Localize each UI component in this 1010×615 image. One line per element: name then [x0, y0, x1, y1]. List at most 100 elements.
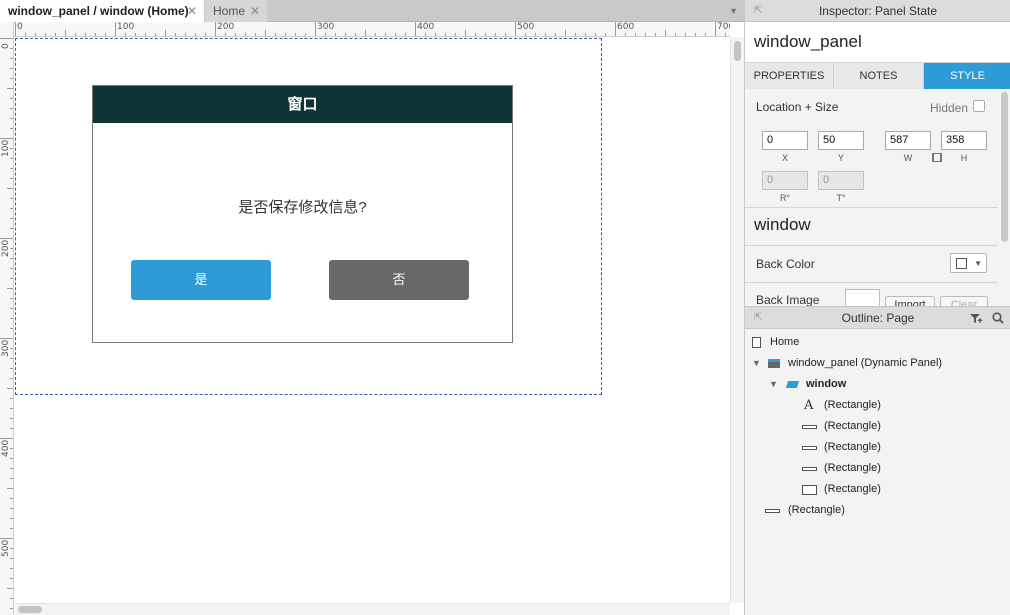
panel-state-icon	[785, 381, 800, 388]
dynamic-panel-outline[interactable]: 窗口 是否保存修改信息? 是 否	[15, 38, 602, 395]
back-color-picker[interactable]: ▼	[950, 253, 987, 273]
outline-item-label: Home	[770, 336, 800, 348]
outline-pane: ⇱ Outline: Page Home ▼ window_panel (Dyn…	[744, 306, 1010, 615]
tab-notes[interactable]: NOTES	[834, 63, 924, 89]
dialog-window[interactable]: 窗口 是否保存修改信息? 是 否	[92, 85, 513, 343]
ruler-label: 0	[1, 43, 11, 49]
x-field[interactable]: 0	[762, 131, 808, 150]
outline-title: Outline: Page	[841, 311, 915, 325]
inspector-title: Inspector: Panel State	[818, 4, 938, 18]
page-icon	[752, 337, 761, 348]
expand-triangle-icon[interactable]: ▼	[769, 374, 778, 395]
ruler-label: 0	[17, 22, 23, 32]
outline-item-label: (Rectangle)	[824, 441, 881, 453]
outline-item-home[interactable]: Home	[745, 332, 1010, 353]
color-swatch-icon	[956, 258, 967, 269]
outline-item-rectangle[interactable]: (Rectangle)	[745, 458, 1010, 479]
width-field[interactable]: 587	[885, 131, 931, 150]
no-button[interactable]: 否	[329, 260, 469, 300]
inspector-pane: ⇱ Inspector: Panel State window_panel PR…	[744, 0, 1010, 306]
rectangle-line-icon	[802, 467, 817, 471]
design-canvas[interactable]: 窗口 是否保存修改信息? 是 否	[15, 38, 730, 603]
tab-home[interactable]: Home ✕	[205, 0, 267, 22]
ruler-label: 100	[1, 139, 11, 157]
ruler-label: 700	[717, 22, 730, 32]
chevron-down-icon[interactable]: ▼	[729, 0, 738, 22]
text-rotation-caption: T°	[836, 193, 846, 203]
hidden-label: Hidden	[930, 101, 969, 115]
pin-icon[interactable]: ⇱	[754, 307, 762, 329]
filter-icon[interactable]	[969, 313, 983, 324]
pin-icon[interactable]: ⇱	[754, 0, 762, 22]
y-caption: Y	[837, 153, 844, 163]
outline-item-dynamic-panel[interactable]: ▼ window_panel (Dynamic Panel)	[745, 353, 1010, 374]
widget-name-field[interactable]: window_panel	[745, 22, 1010, 62]
back-image-thumbnail[interactable]	[845, 289, 880, 306]
height-field[interactable]: 358	[941, 131, 987, 150]
expand-triangle-icon[interactable]: ▼	[752, 353, 761, 374]
ruler-label: 500	[1, 539, 11, 557]
text-rotation-field: 0	[818, 171, 864, 190]
outline-item-rectangle[interactable]: A (Rectangle)	[745, 395, 1010, 416]
canvas-vertical-scrollbar[interactable]	[730, 37, 744, 603]
section-divider	[745, 282, 998, 283]
search-icon[interactable]	[992, 312, 1004, 324]
outline-item-label: (Rectangle)	[788, 504, 845, 516]
horizontal-ruler: 0 100 200 300 400 500 600 700	[14, 22, 730, 37]
tab-properties[interactable]: PROPERTIES	[745, 63, 834, 89]
outline-item-label: (Rectangle)	[824, 483, 881, 495]
rectangle-line-icon	[802, 446, 817, 450]
section-divider	[745, 207, 998, 208]
close-icon[interactable]: ✕	[250, 0, 260, 22]
w-caption: W	[903, 153, 913, 163]
state-section-title: window	[754, 215, 811, 234]
outline-item-label: window	[806, 378, 847, 390]
rotation-caption: R°	[779, 193, 791, 203]
ruler-label: 600	[617, 22, 635, 32]
dialog-header[interactable]: 窗口	[93, 86, 512, 123]
dialog-message[interactable]: 是否保存修改信息?	[93, 196, 512, 217]
canvas-horizontal-scrollbar[interactable]	[15, 603, 730, 615]
rotation-field: 0	[762, 171, 808, 190]
hidden-checkbox[interactable]	[973, 100, 985, 112]
scrollbar-thumb[interactable]	[734, 41, 741, 61]
back-color-label: Back Color	[756, 257, 815, 271]
inspector-title-bar: ⇱ Inspector: Panel State	[745, 0, 1010, 22]
tab-style[interactable]: STYLE	[924, 63, 1010, 89]
vertical-ruler: 0 100 200 300 400 500	[0, 22, 14, 615]
ruler-label: 500	[517, 22, 535, 32]
outline-item-label: (Rectangle)	[824, 462, 881, 474]
inspector-scrollbar[interactable]	[1001, 92, 1008, 242]
tab-window-panel[interactable]: window_panel / window (Home) ✕	[0, 0, 204, 22]
outline-item-rectangle[interactable]: (Rectangle)	[745, 479, 1010, 500]
outline-item-window-state[interactable]: ▼ window	[745, 374, 1010, 395]
rectangle-line-icon	[765, 509, 780, 513]
outline-item-rectangle[interactable]: (Rectangle)	[745, 416, 1010, 437]
app-window: window_panel / window (Home) ✕ Home ✕ ▼ …	[0, 0, 1010, 615]
ruler-label: 100	[117, 22, 135, 32]
ruler-label: 400	[1, 439, 11, 457]
outline-item-rectangle[interactable]: (Rectangle)	[745, 500, 1010, 521]
clear-button[interactable]: Clear	[940, 296, 988, 306]
inspector-tabs: PROPERTIES NOTES STYLE	[745, 62, 1010, 89]
location-size-label: Location + Size	[756, 100, 839, 114]
tab-bar: window_panel / window (Home) ✕ Home ✕ ▼	[0, 0, 744, 22]
close-icon[interactable]: ✕	[187, 0, 197, 22]
dynamic-panel-icon	[768, 359, 780, 368]
vertical-ruler-ticks	[0, 38, 13, 609]
outline-item-label: (Rectangle)	[824, 399, 881, 411]
outline-item-label: (Rectangle)	[824, 420, 881, 432]
ruler-label: 400	[417, 22, 435, 32]
tab-label: Home	[213, 4, 246, 18]
text-icon: A	[804, 398, 814, 413]
ruler-label: 200	[217, 22, 235, 32]
outline-item-rectangle[interactable]: (Rectangle)	[745, 437, 1010, 458]
outline-title-bar: ⇱ Outline: Page	[745, 307, 1010, 329]
outline-item-label: window_panel (Dynamic Panel)	[788, 357, 943, 369]
yes-button[interactable]: 是	[131, 260, 271, 300]
section-divider	[745, 245, 998, 246]
y-field[interactable]: 50	[818, 131, 864, 150]
ruler-label: 200	[1, 239, 11, 257]
import-button[interactable]: Import	[885, 296, 935, 306]
scrollbar-thumb[interactable]	[18, 606, 42, 613]
